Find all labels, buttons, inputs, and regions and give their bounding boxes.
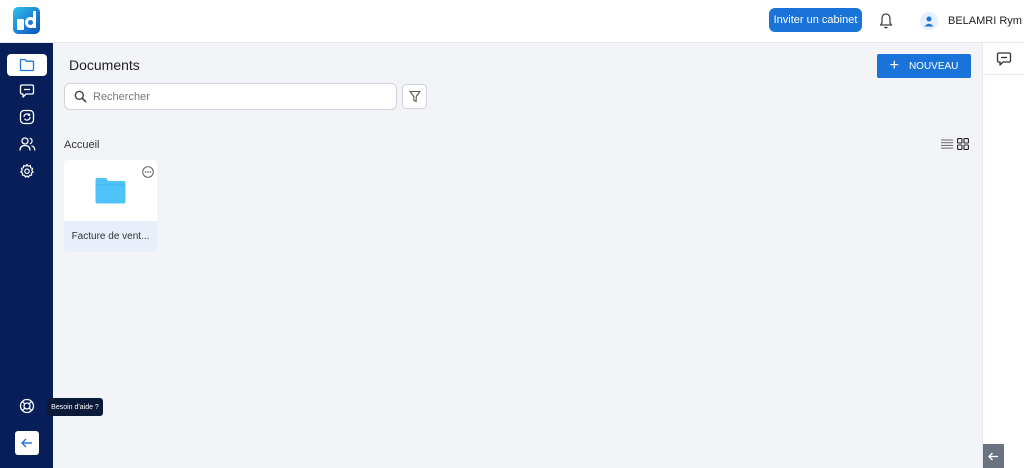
new-button-label: NOUVEAU: [908, 60, 959, 72]
invite-cabinet-button[interactable]: Inviter un cabinet: [769, 8, 862, 32]
sidebar-item-sync[interactable]: [7, 106, 47, 128]
search-input[interactable]: [93, 90, 373, 103]
collapse-sidebar-button[interactable]: [15, 431, 39, 455]
arrow-left-icon: [21, 438, 32, 448]
breadcrumb[interactable]: Accueil: [64, 139, 99, 151]
page-title: Documents: [69, 57, 140, 73]
avatar: [920, 12, 938, 30]
help-tooltip: Besoin d'aide ?: [47, 398, 103, 416]
users-icon: [18, 137, 35, 151]
filter-button[interactable]: [402, 84, 427, 109]
filter-icon: [408, 90, 421, 103]
folder-name: Facture de vent...: [64, 221, 157, 252]
new-button[interactable]: + NOUVEAU: [877, 54, 971, 78]
more-options-icon[interactable]: [142, 166, 154, 178]
user-icon: [924, 16, 934, 26]
user-name: BELAMRI Rym: [948, 15, 1022, 27]
sidebar-item-messages[interactable]: [7, 80, 47, 102]
bell-icon[interactable]: [878, 12, 894, 30]
sidebar-item-settings[interactable]: [7, 160, 47, 182]
plus-icon: +: [889, 57, 899, 74]
help-button[interactable]: [7, 395, 47, 417]
sidebar-item-users[interactable]: [7, 133, 47, 155]
user-menu[interactable]: BELAMRI Rym: [920, 11, 1022, 31]
search-icon: [74, 90, 87, 103]
chat-icon: [996, 51, 1011, 66]
folder-card[interactable]: Facture de vent...: [64, 160, 157, 252]
top-bar: Inviter un cabinet BELAMRI Rym: [0, 0, 1024, 43]
chat-panel-button[interactable]: [983, 43, 1024, 75]
expand-panel-button[interactable]: [983, 444, 1004, 468]
sync-icon: [19, 109, 35, 125]
grid-view-icon[interactable]: [957, 138, 969, 150]
chat-icon: [19, 84, 35, 98]
search-box[interactable]: [64, 83, 397, 110]
list-view-icon[interactable]: [941, 138, 953, 150]
sidebar-item-documents[interactable]: [7, 54, 47, 76]
folder-icon: [19, 58, 35, 72]
app-logo[interactable]: [13, 7, 40, 34]
gear-icon: [20, 163, 34, 178]
arrow-left-icon: [988, 452, 998, 460]
sidebar: [0, 43, 53, 468]
lifebuoy-icon: [19, 398, 35, 414]
right-panel: [982, 43, 1024, 468]
folder-icon: [95, 178, 126, 204]
